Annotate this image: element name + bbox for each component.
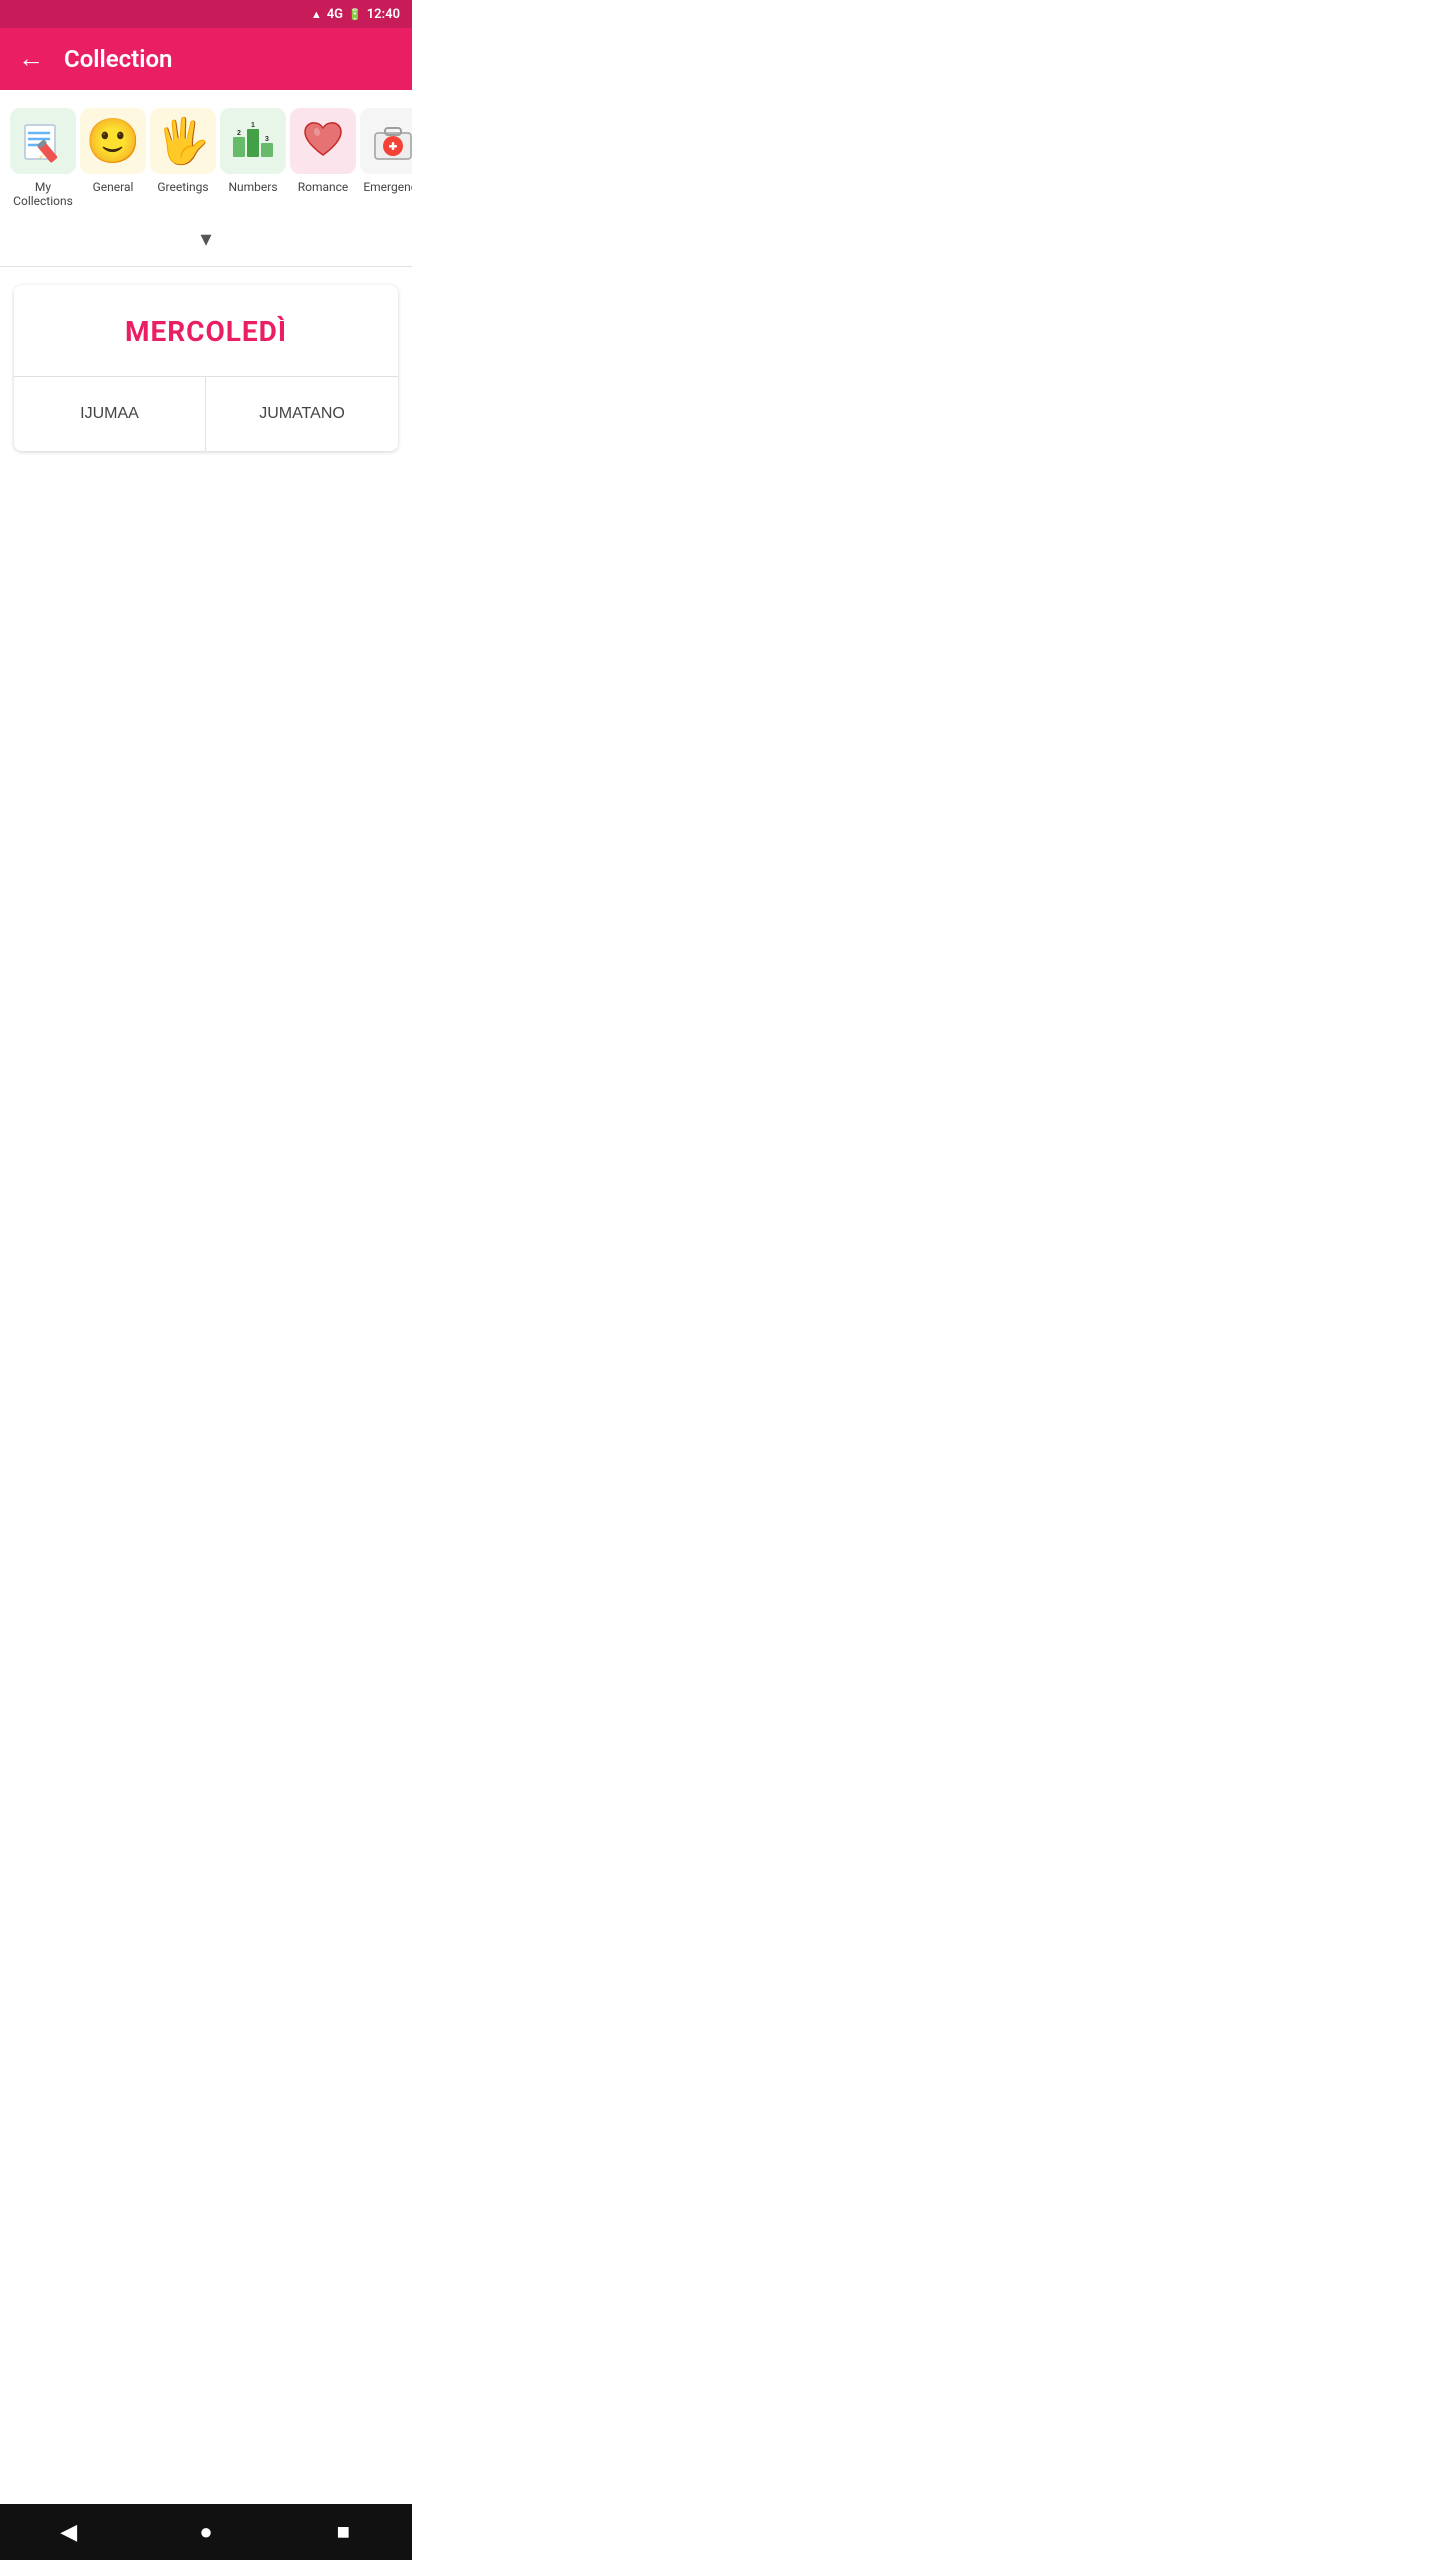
category-item-romance[interactable]: Romance	[288, 108, 358, 194]
romance-label: Romance	[298, 180, 349, 194]
quiz-question: MERCOLEDÌ	[14, 285, 398, 377]
general-icon: 🙂	[80, 108, 146, 174]
quiz-card: MERCOLEDÌ IJUMAA JUMATANO	[14, 285, 398, 451]
greetings-icon: 🖐	[150, 108, 216, 174]
category-strip: My Collections 🙂 General 🖐 Greetings 2 1…	[0, 90, 412, 217]
back-button[interactable]: ←	[18, 46, 44, 72]
status-icons: ▲ 4G 🔋 12:40	[311, 7, 400, 22]
emergency-icon	[360, 108, 412, 174]
emergency-label: Emergency	[363, 180, 412, 194]
quiz-answer-1[interactable]: JUMATANO	[206, 377, 398, 451]
quiz-answer-0[interactable]: IJUMAA	[14, 377, 206, 451]
svg-text:2: 2	[237, 130, 241, 137]
greetings-label: Greetings	[157, 180, 208, 194]
my-collections-label: My Collections	[10, 180, 76, 209]
numbers-label: Numbers	[228, 180, 277, 194]
general-label: General	[93, 180, 134, 194]
time-label: 12:40	[367, 7, 400, 22]
category-item-my-collections[interactable]: My Collections	[8, 108, 78, 209]
my-collections-icon	[10, 108, 76, 174]
category-item-emergency[interactable]: Emergency	[358, 108, 412, 194]
quiz-answers: IJUMAA JUMATANO	[14, 377, 398, 451]
chevron-down-icon[interactable]: ▾	[200, 227, 211, 252]
quiz-word: MERCOLEDÌ	[125, 315, 287, 348]
svg-text:3: 3	[265, 136, 269, 143]
romance-icon	[290, 108, 356, 174]
category-item-general[interactable]: 🙂 General	[78, 108, 148, 194]
svg-text:1: 1	[251, 122, 255, 129]
battery-icon: 🔋	[348, 8, 362, 21]
bottom-nav: ◀ ● ■	[0, 2504, 412, 2560]
status-bar: ▲ 4G 🔋 12:40	[0, 0, 412, 28]
chevron-row[interactable]: ▾	[0, 217, 412, 266]
nav-recents-button[interactable]: ■	[313, 2512, 373, 2552]
app-bar-title: Collection	[64, 45, 172, 73]
category-item-greetings[interactable]: 🖐 Greetings	[148, 108, 218, 194]
nav-home-button[interactable]: ●	[176, 2512, 236, 2552]
category-item-numbers[interactable]: 2 1 3 Numbers	[218, 108, 288, 194]
app-bar: ← Collection	[0, 28, 412, 90]
network-label: 4G	[327, 7, 343, 22]
signal-icon: ▲	[311, 8, 322, 21]
divider	[0, 266, 412, 267]
nav-back-button[interactable]: ◀	[39, 2512, 99, 2552]
numbers-icon: 2 1 3	[220, 108, 286, 174]
